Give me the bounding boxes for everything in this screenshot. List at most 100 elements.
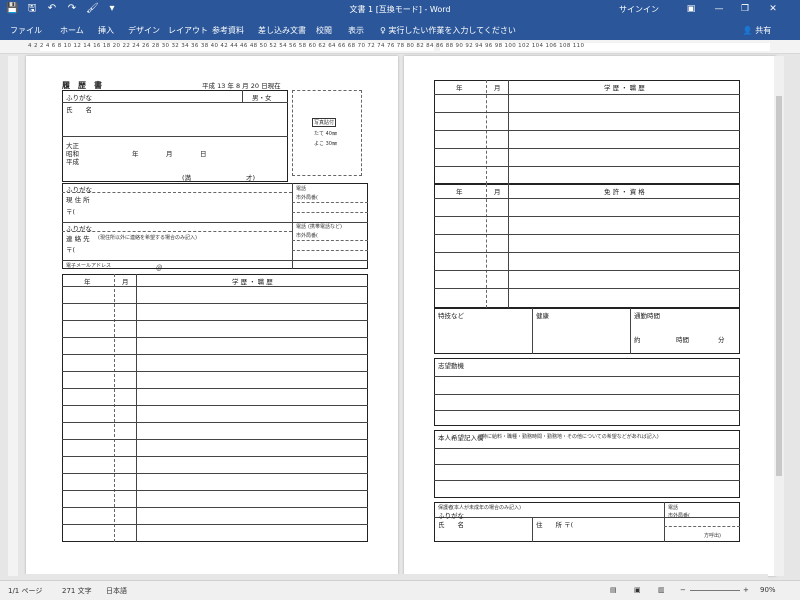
- customize-icon[interactable]: ▾: [106, 3, 118, 15]
- history2-year-header: 年: [456, 84, 463, 92]
- horizontal-ruler[interactable]: 4 2 2 4 6 8 10 12 14 16 18 20 22 24 26 2…: [0, 40, 800, 54]
- table-row-line: [434, 94, 740, 95]
- guardian-address: 住 所 〒(: [536, 521, 574, 529]
- hobby-table: [434, 308, 740, 354]
- divider: [62, 136, 288, 137]
- language[interactable]: 日本語: [106, 586, 127, 596]
- tab-review[interactable]: 校閲: [316, 25, 332, 36]
- postal-label: 〒(: [66, 208, 76, 216]
- redo-icon[interactable]: ↷: [66, 3, 78, 15]
- tel-label: 電話: [296, 186, 307, 192]
- tell-me-box[interactable]: ♀ 実行したい作業を入力してください: [380, 25, 516, 36]
- signin-link[interactable]: サインイン: [619, 4, 659, 15]
- table-row-line: [62, 422, 368, 423]
- tel2-label: 電話: [296, 224, 307, 230]
- birth-month-label: 月: [166, 150, 173, 158]
- divider: [62, 102, 288, 103]
- tab-view[interactable]: 表示: [348, 25, 364, 36]
- age-label: (満: [182, 174, 192, 182]
- divider: [292, 240, 368, 241]
- web-layout-icon[interactable]: ▥: [658, 586, 665, 594]
- undo-icon[interactable]: ↶: [46, 3, 58, 15]
- tab-mailings[interactable]: 差し込み文書: [258, 25, 306, 36]
- tab-design[interactable]: デザイン: [128, 25, 160, 36]
- tab-insert[interactable]: 挿入: [98, 25, 114, 36]
- history2-content-header: 学 歴 ・ 職 歴: [604, 84, 645, 92]
- hobby-label: 特技など: [438, 312, 464, 320]
- table-row-line: [62, 490, 368, 491]
- page-left[interactable]: 履 歴 書 平成 13 年 8 月 20 日現在 ふりがな 男・女 氏 名 大正…: [26, 56, 398, 576]
- area-code-label: 市外局番(: [296, 195, 318, 201]
- request-note: (特に給料・職種・勤務時間・勤務地・その他についての希望などがあれば記入): [480, 434, 659, 440]
- address-label: 現 住 所: [66, 196, 90, 204]
- divider: [664, 526, 740, 527]
- ribbon-display-icon[interactable]: ▣: [680, 2, 702, 16]
- commute-minutes: 分: [718, 336, 725, 344]
- table-row-line: [434, 148, 740, 149]
- word-count[interactable]: 271 文字: [62, 586, 92, 596]
- zoom-slider[interactable]: [690, 590, 740, 591]
- divider: [508, 80, 509, 184]
- table-row-line: [62, 337, 368, 338]
- table-row-line: [434, 130, 740, 131]
- quick-access-toolbar: 💾 🖫 ↶ ↷ 🖌 ▾: [6, 3, 118, 15]
- tab-home[interactable]: ホーム: [60, 25, 84, 36]
- ribbon-tabs: ファイル ホーム 挿入 デザイン レイアウト 参考資料 差し込み文書 校閲 表示…: [0, 20, 800, 40]
- read-mode-icon[interactable]: ▤: [610, 586, 617, 594]
- email-label: 電子メールアドレス: [66, 263, 112, 269]
- guardian-tel: 電話: [668, 505, 679, 511]
- minimize-icon[interactable]: —: [708, 2, 730, 16]
- close-icon[interactable]: ✕: [762, 2, 784, 16]
- tab-file[interactable]: ファイル: [10, 25, 42, 36]
- table-row-line: [434, 252, 740, 253]
- print-layout-icon[interactable]: ▣: [634, 586, 641, 594]
- table-row-line: [434, 234, 740, 235]
- table-row-line: [62, 371, 368, 372]
- scroll-thumb[interactable]: [776, 96, 782, 476]
- name-label: 氏 名: [66, 106, 92, 114]
- divider: [114, 274, 115, 542]
- page-right[interactable]: 年 月 学 歴 ・ 職 歴 年 月 免 許 ・ 資 格 特技など 健康 通勤時間…: [404, 56, 776, 576]
- divider: [242, 90, 243, 102]
- table-row-line: [434, 198, 740, 199]
- save-as-icon[interactable]: 🖫: [26, 3, 38, 15]
- resume-date: 平成 13 年 8 月 20 日現在: [202, 82, 281, 90]
- gender-field[interactable]: 男・女: [252, 92, 272, 102]
- page-count[interactable]: 1/1 ページ: [8, 586, 42, 596]
- zoom-level[interactable]: 90%: [760, 586, 776, 594]
- commute-hours: 時間: [676, 336, 689, 344]
- divider: [434, 410, 740, 411]
- format-painter-icon[interactable]: 🖌: [86, 3, 99, 15]
- zoom-in-icon[interactable]: +: [743, 586, 749, 594]
- tab-references[interactable]: 参考資料: [212, 25, 244, 36]
- guardian-name: 氏 名: [438, 521, 464, 529]
- tab-layout[interactable]: レイアウト: [168, 25, 208, 36]
- restore-icon[interactable]: ❐: [734, 2, 756, 16]
- email-at: ＠: [156, 264, 163, 272]
- motivation-table: [434, 358, 740, 426]
- vertical-ruler[interactable]: [8, 56, 18, 576]
- table-row-line: [62, 320, 368, 321]
- table-row-line: [62, 524, 368, 525]
- divider: [62, 192, 292, 193]
- health-label: 健康: [536, 312, 549, 320]
- table-row-line: [62, 507, 368, 508]
- table-row-line: [62, 303, 368, 304]
- photo-title: 写真貼付: [312, 118, 337, 127]
- status-bar: 1/1 ページ 271 文字 日本語 ▤ ▣ ▥ − + 90%: [0, 580, 800, 600]
- photo-height: たて 40㎜: [314, 131, 337, 137]
- divider: [292, 250, 368, 251]
- vertical-scrollbar[interactable]: [774, 56, 784, 576]
- tell-me-text: 実行したい作業を入力してください: [388, 26, 516, 35]
- divider: [630, 308, 631, 354]
- divider: [292, 183, 293, 269]
- divider: [434, 376, 740, 377]
- guardian-right-note: 方呼出): [704, 533, 721, 539]
- furigana-address-label: ふりがな: [66, 186, 92, 194]
- zoom-out-icon[interactable]: −: [680, 586, 686, 594]
- contact-label: 連 絡 先: [66, 235, 90, 243]
- save-icon[interactable]: 💾: [6, 3, 18, 15]
- divider: [434, 517, 740, 518]
- license-year-header: 年: [456, 188, 463, 196]
- share-button[interactable]: 👤 共有: [737, 23, 777, 38]
